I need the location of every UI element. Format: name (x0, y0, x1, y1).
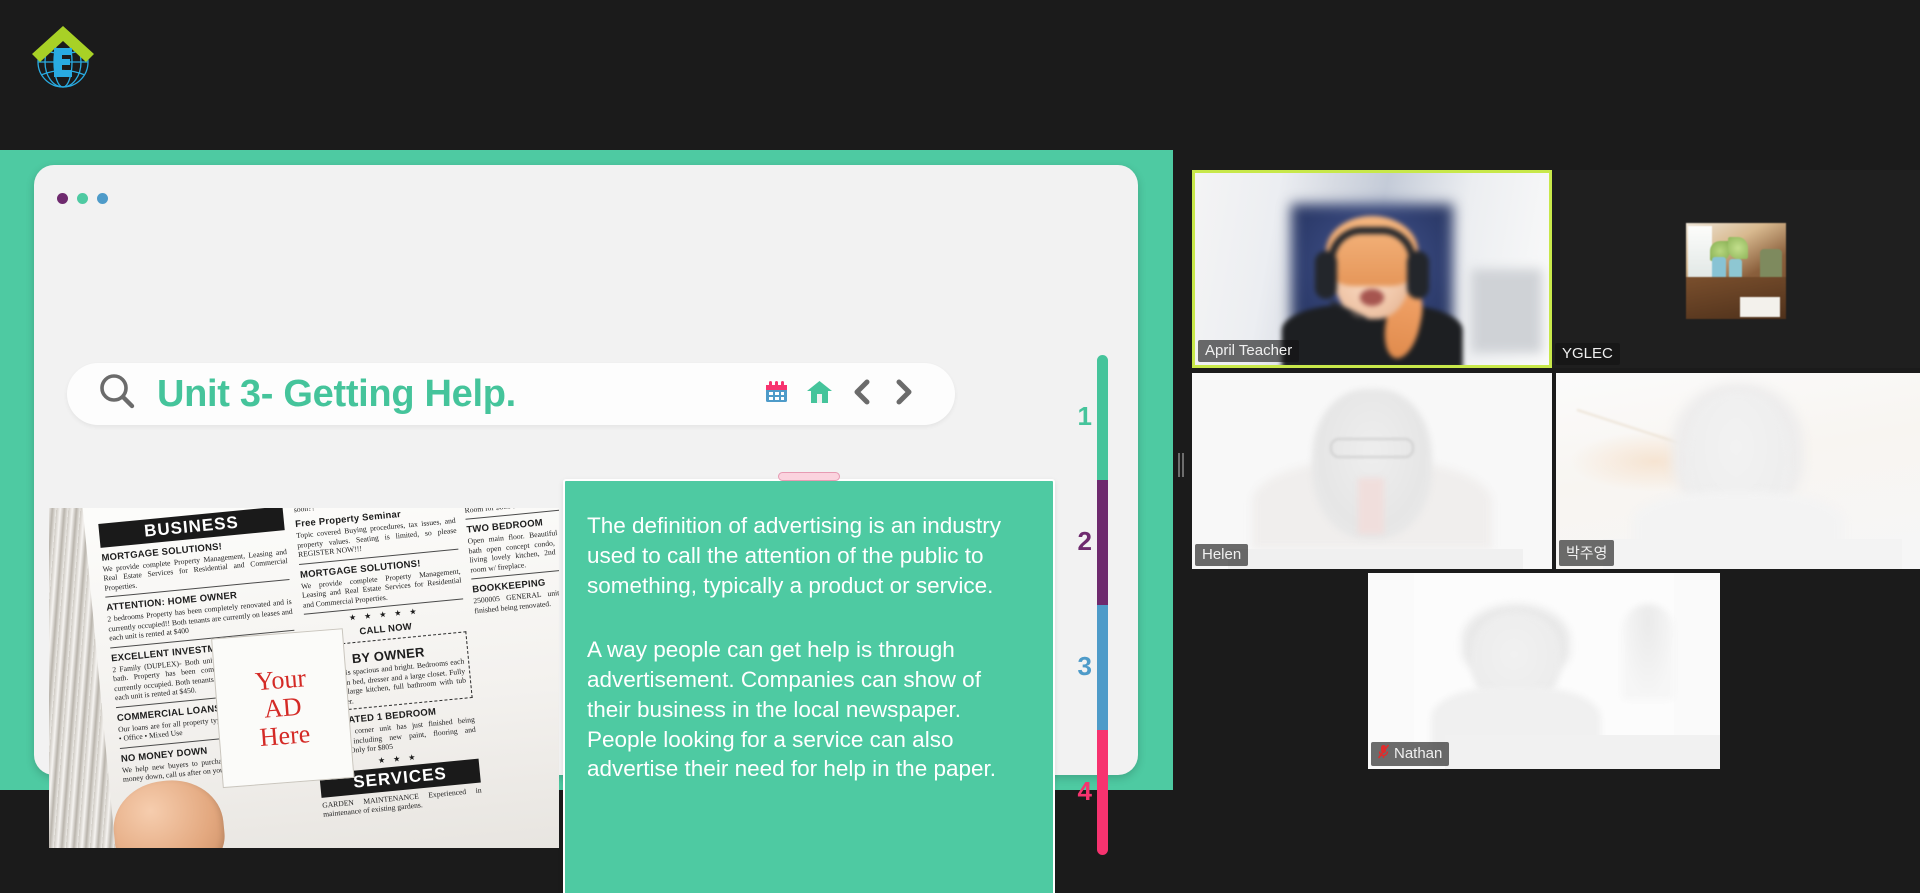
panel-resize-divider[interactable] (1177, 452, 1185, 478)
page-rail: 1 2 3 4 (1073, 355, 1109, 855)
participant-name-label: Helen (1202, 546, 1242, 563)
page-rail-item[interactable]: 1 (1073, 355, 1109, 480)
video-feed (1192, 373, 1552, 569)
participant-name: YGLEC (1555, 343, 1620, 365)
featured-ad-placeholder: Your AD Here (211, 628, 355, 789)
page-title: Unit 3- Getting Help. (157, 372, 516, 415)
page-number: 1 (1077, 401, 1092, 431)
participant-tile-park[interactable]: 박주영 (1556, 373, 1920, 569)
slide-paragraph-1: The definition of advertising is an indu… (587, 513, 1001, 598)
app-root: Unit 3- Getting Help. 1 2 3 4 BUSINESS M… (0, 0, 1920, 893)
participant-name-label: 박주영 (1566, 545, 1608, 562)
slide-titlebar: Unit 3- Getting Help. (67, 363, 955, 425)
chevron-left-icon[interactable] (850, 378, 874, 411)
video-feed (1368, 573, 1720, 769)
dot-teal (77, 193, 88, 204)
slide-text-box[interactable]: The definition of advertising is an indu… (563, 472, 1055, 893)
page-rail-bar (1097, 480, 1108, 605)
brand-logo (24, 18, 102, 96)
divider-line (1178, 453, 1180, 477)
participant-tile-nathan[interactable]: Nathan (1368, 573, 1720, 769)
page-rail-bar (1097, 605, 1108, 730)
participant-name: Nathan (1371, 742, 1450, 766)
featured-ad-line: AD (262, 691, 303, 724)
page-rail-bar (1097, 730, 1108, 855)
participant-tile-yglec[interactable]: YGLEC (1552, 170, 1920, 368)
participant-tile-april[interactable]: April Teacher (1192, 170, 1552, 368)
participant-name-label: April Teacher (1205, 342, 1293, 359)
chevron-right-icon[interactable] (891, 378, 915, 411)
hand-thumb (109, 775, 229, 848)
background-card (1471, 269, 1542, 354)
page-rail-item[interactable]: 4 (1073, 730, 1109, 855)
home-icon[interactable] (806, 379, 833, 409)
logo-icon (32, 26, 94, 88)
participant-name: April Teacher (1198, 340, 1300, 362)
search-icon[interactable] (95, 370, 139, 419)
participant-name: Helen (1195, 544, 1249, 566)
page-rail-bar (1097, 355, 1108, 480)
page-number: 3 (1077, 651, 1092, 681)
calendar-icon[interactable] (764, 379, 789, 409)
participant-name-label: Nathan (1394, 745, 1443, 762)
page-rail-item[interactable]: 2 (1073, 480, 1109, 605)
participant-tile-helen[interactable]: Helen (1192, 373, 1552, 569)
participant-name: 박주영 (1559, 540, 1615, 566)
avatar (1281, 215, 1463, 365)
page-rail-item[interactable]: 3 (1073, 605, 1109, 730)
newspaper-image: BUSINESS MORTGAGE SOLUTIONS! We provide … (49, 508, 559, 848)
slide-paragraph-2: A way people can get help is through adv… (587, 636, 997, 782)
resize-handle[interactable] (778, 472, 840, 481)
page-number: 4 (1077, 776, 1092, 806)
divider-line (1182, 453, 1184, 477)
featured-ad-line: Here (258, 719, 312, 753)
video-feed (1686, 223, 1786, 320)
dot-blue (97, 193, 108, 204)
screen-share-panel: Unit 3- Getting Help. 1 2 3 4 BUSINESS M… (0, 150, 1173, 893)
slide-nav-icons (764, 378, 915, 411)
window-dots (57, 193, 108, 204)
dot-purple (57, 193, 68, 204)
participant-name-label: YGLEC (1562, 345, 1613, 362)
page-number: 2 (1077, 526, 1092, 556)
video-feed (1195, 173, 1549, 365)
newspaper-column: QUICKLY Room for $805 Flexible, Bank CV.… (463, 508, 559, 616)
mic-muted-icon (1377, 744, 1390, 763)
